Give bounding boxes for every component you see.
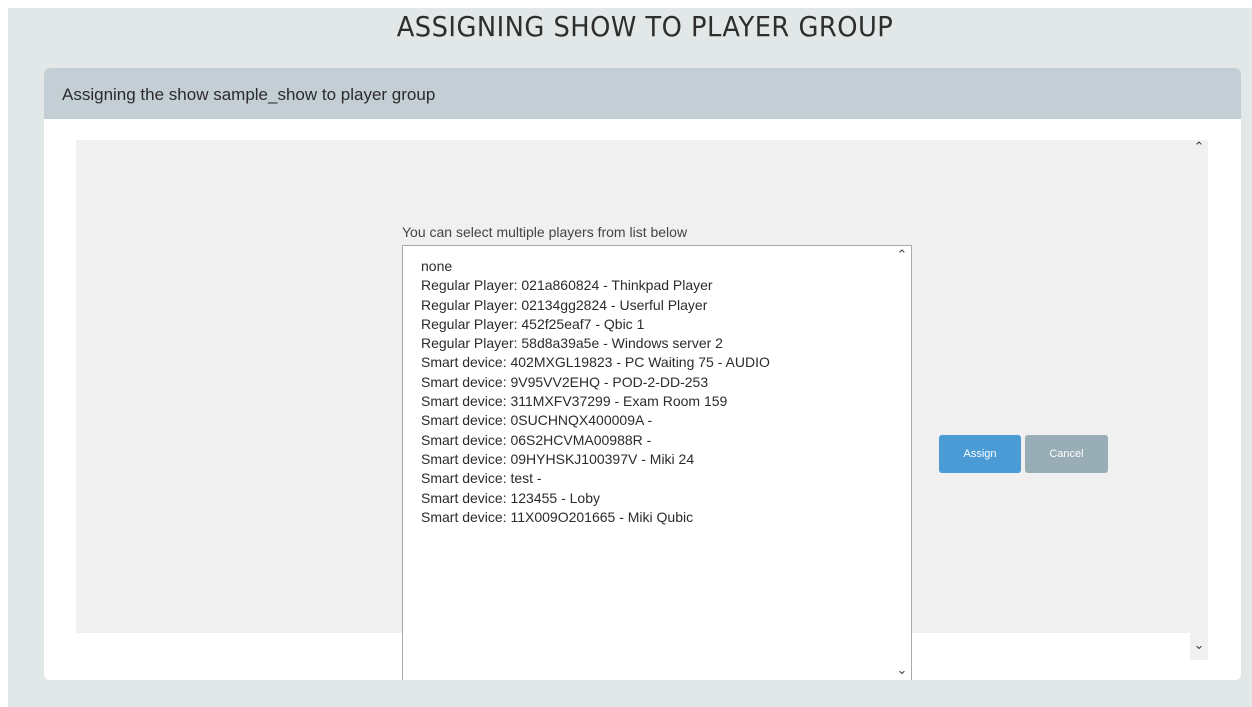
assign-button[interactable]: Assign <box>939 435 1021 473</box>
player-option[interactable]: Smart device: 311MXFV37299 - Exam Room 1… <box>421 392 770 411</box>
player-option[interactable]: Smart device: 123455 - Loby <box>421 489 770 508</box>
player-option[interactable]: none <box>421 257 770 276</box>
list-scrollbar[interactable]: ⌃ ⌄ <box>893 246 911 680</box>
chevron-up-icon[interactable]: ⌃ <box>1190 140 1208 155</box>
player-option[interactable]: Smart device: 0SUCHNQX400009A - <box>421 411 770 430</box>
selection-hint: You can select multiple players from lis… <box>402 224 688 240</box>
chevron-down-icon[interactable]: ⌄ <box>1190 638 1208 653</box>
assign-panel: Assigning the show sample_show to player… <box>44 68 1241 680</box>
chevron-up-icon[interactable]: ⌃ <box>893 248 911 263</box>
player-option[interactable]: Regular Player: 58d8a39a5e - Windows ser… <box>421 334 770 353</box>
player-option[interactable]: Regular Player: 021a860824 - Thinkpad Pl… <box>421 276 770 295</box>
form-area: You can select multiple players from lis… <box>76 140 1190 680</box>
chevron-down-icon[interactable]: ⌄ <box>893 663 911 678</box>
panel-heading: Assigning the show sample_show to player… <box>62 85 436 104</box>
panel-header: Assigning the show sample_show to player… <box>44 68 1241 119</box>
cancel-button[interactable]: Cancel <box>1025 435 1108 473</box>
player-option[interactable]: Smart device: 402MXGL19823 - PC Waiting … <box>421 353 770 372</box>
player-multiselect[interactable]: none Regular Player: 021a860824 - Thinkpa… <box>402 245 912 680</box>
player-option[interactable]: Smart device: 06S2HCVMA00988R - <box>421 431 770 450</box>
player-option[interactable]: Regular Player: 02134gg2824 - Userful Pl… <box>421 296 770 315</box>
player-list: none Regular Player: 021a860824 - Thinkpa… <box>421 257 770 527</box>
player-option[interactable]: Smart device: 11X009O201665 - Miki Qubic <box>421 508 770 527</box>
player-option[interactable]: Smart device: 09HYHSKJ100397V - Miki 24 <box>421 450 770 469</box>
player-option[interactable]: Smart device: 9V95VV2EHQ - POD-2-DD-253 <box>421 373 770 392</box>
player-option[interactable]: Smart device: test - <box>421 469 770 488</box>
panel-scrollbar[interactable]: ⌃ ⌄ <box>1190 140 1208 660</box>
page-title: ASSIGNING SHOW TO PLAYER GROUP <box>396 10 894 43</box>
player-option[interactable]: Regular Player: 452f25eaf7 - Qbic 1 <box>421 315 770 334</box>
